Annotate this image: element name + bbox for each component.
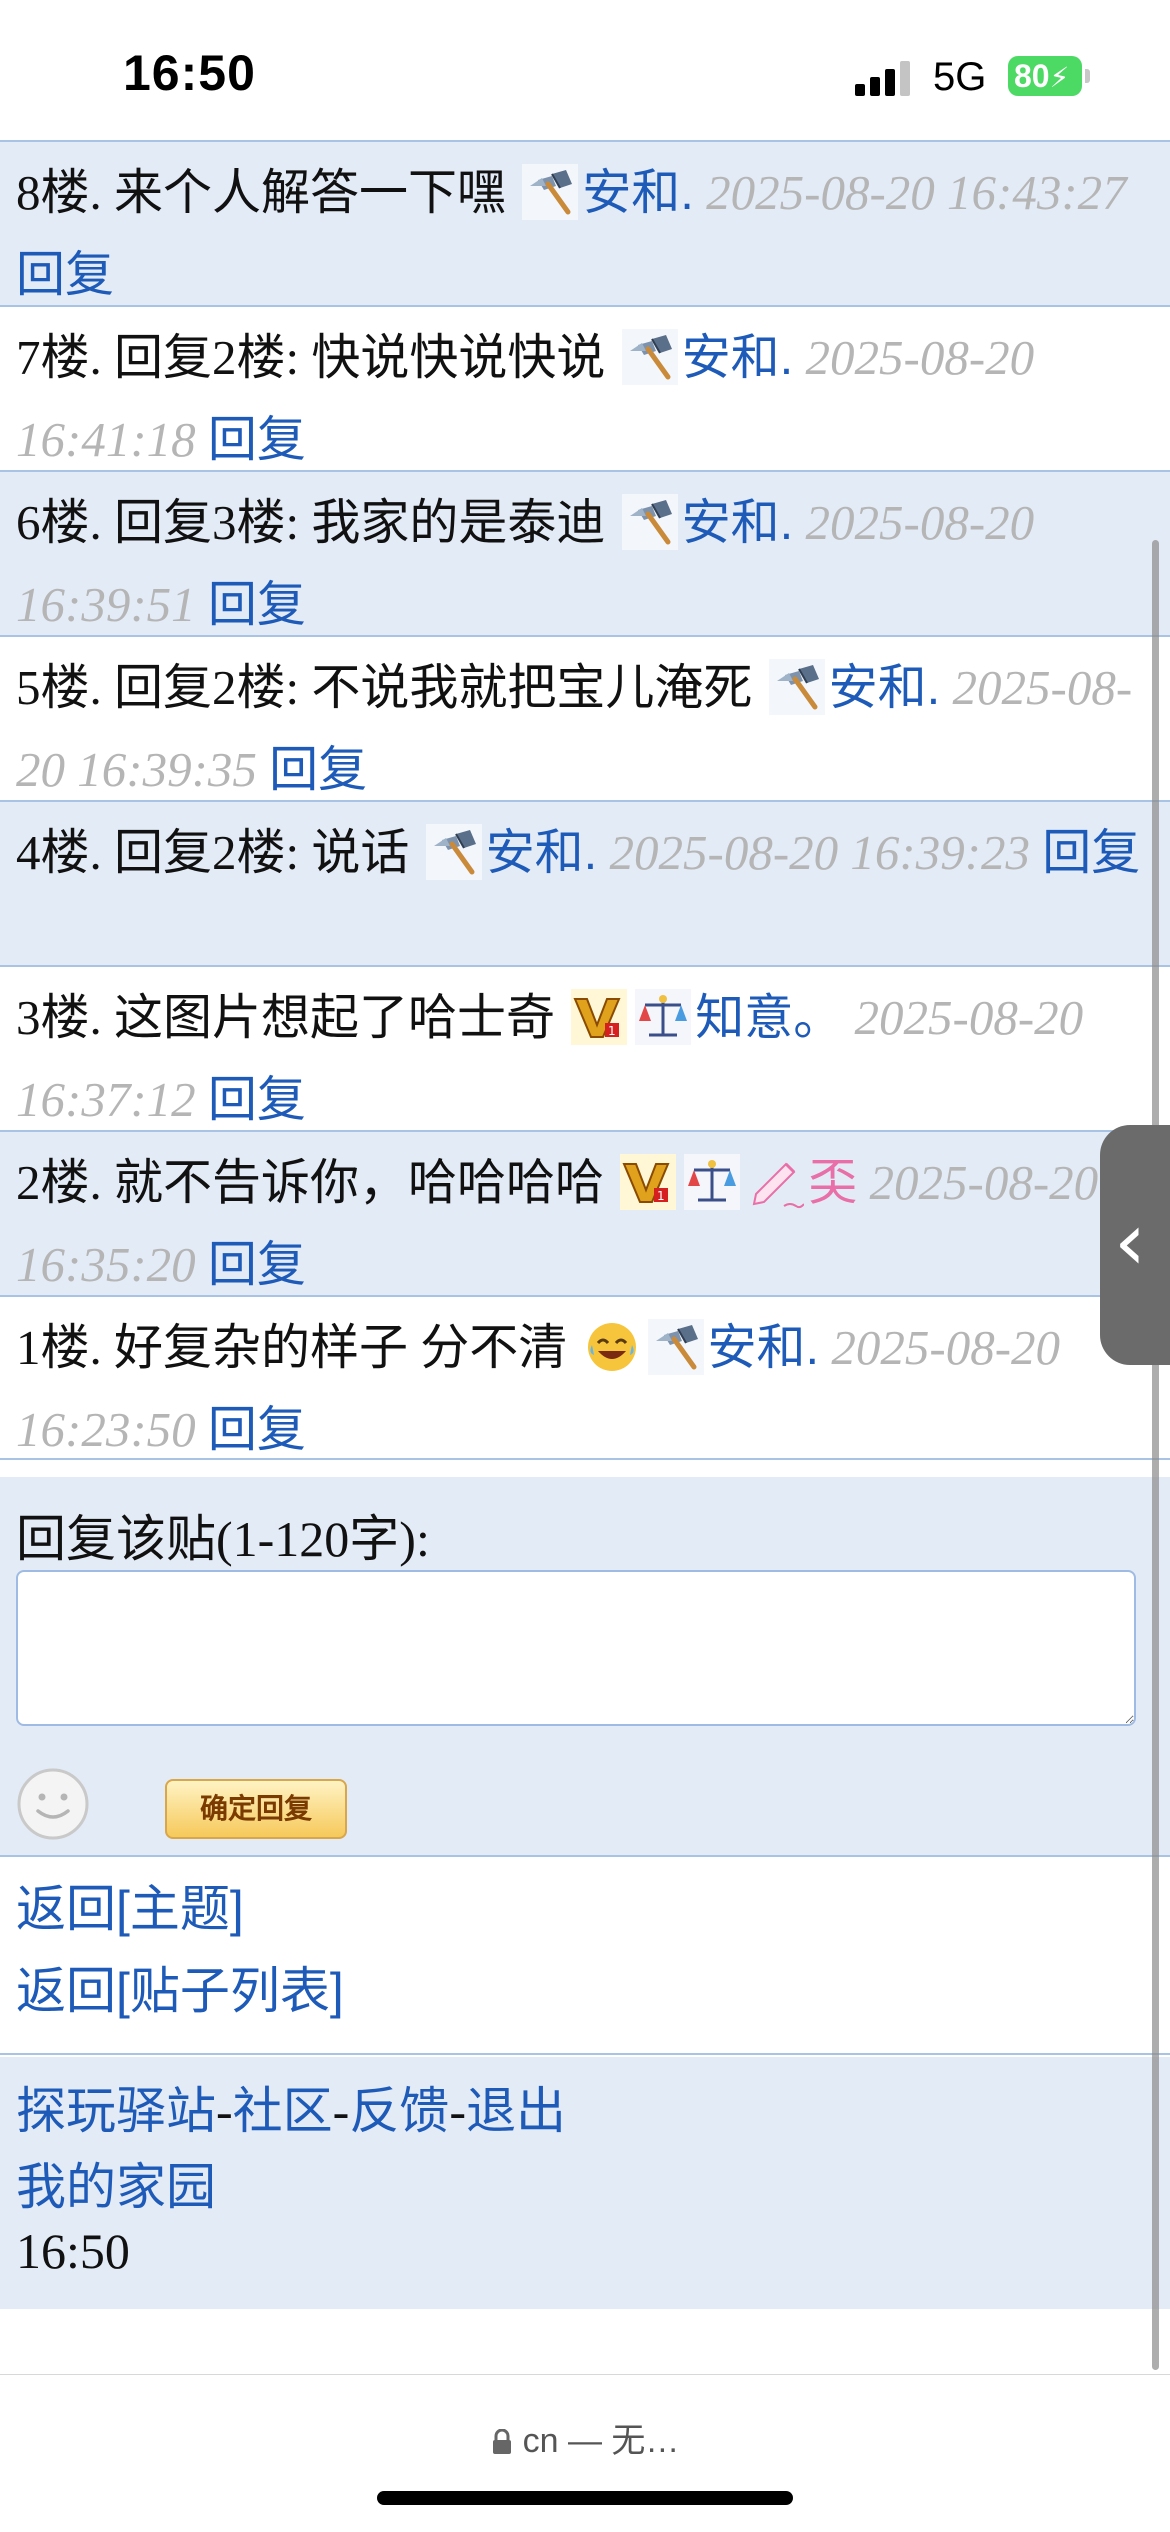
lock-icon — [491, 2425, 513, 2454]
post-floor: 2楼. — [16, 1155, 102, 1210]
my-home-link[interactable]: 我的家园 — [16, 2147, 216, 2219]
reply-input[interactable] — [16, 1570, 1136, 1726]
reply-link[interactable]: 回复 — [208, 413, 306, 467]
reply-form: 回复该贴(1-120字): 确定回复 — [0, 1477, 1170, 1857]
scales-badge-icon — [635, 988, 692, 1045]
pencil-badge-icon — [748, 1154, 805, 1210]
page-scrollbar[interactable] — [1152, 540, 1159, 2370]
footer-time: 16:50 — [16, 2223, 130, 2279]
site-footer: 探玩驿站-社区-反馈-退出 我的家园 16:50 — [0, 2057, 1170, 2309]
footer-separator: - — [449, 2083, 466, 2139]
axe-badge-icon — [621, 328, 678, 385]
back-navigation: 返回[主题] 返回[贴子列表] — [0, 1859, 1170, 2055]
reply-label: 回复该贴(1-120字): — [16, 1511, 430, 1567]
post-author-link[interactable]: 安和. — [682, 496, 794, 550]
battery-icon: 80⚡ — [1008, 56, 1090, 96]
axe-badge-icon — [425, 823, 482, 880]
axe-badge-icon — [522, 163, 579, 220]
reply-link[interactable]: 回复 — [269, 743, 367, 797]
axe-badge-icon — [647, 1318, 704, 1375]
footer-separator: - — [332, 2083, 350, 2139]
post-text: 回复2楼: 不说我就把宝儿淹死 — [101, 660, 753, 715]
axe-badge-icon — [621, 493, 678, 550]
emoji-picker-icon[interactable] — [16, 1767, 90, 1841]
post-text: 来个人解答一下嘿 — [101, 165, 507, 220]
scales-badge-icon — [684, 1153, 741, 1210]
laughing-emoji-icon — [584, 1319, 640, 1375]
battery-level: 80 — [1014, 58, 1050, 94]
footer-link-community[interactable]: 社区 — [233, 2083, 333, 2139]
url-text: cn — 无… — [522, 2422, 680, 2460]
reply-link[interactable]: 回复 — [16, 248, 114, 302]
reply-link[interactable]: 回复 — [208, 1238, 306, 1292]
footer-link-logout[interactable]: 退出 — [466, 2083, 566, 2139]
vip-badge-icon: 1 — [620, 1153, 677, 1210]
post-text: 这图片想起了哈士奇 — [101, 990, 556, 1045]
post-floor: 3楼. — [16, 990, 102, 1045]
post-text: 回复3楼: 我家的是泰迪 — [101, 495, 606, 550]
cellular-signal-icon — [855, 60, 915, 96]
post-row: 2楼. 就不告诉你，哈哈哈哈 1奀 2025-08-20 16:35:20 回复 — [0, 1130, 1170, 1295]
reply-link[interactable]: 回复 — [208, 1403, 306, 1457]
post-author-link[interactable]: 奀 — [808, 1156, 857, 1210]
footer-link-feedback[interactable]: 反馈 — [349, 2083, 449, 2139]
post-floor: 6楼. — [16, 495, 102, 550]
footer-links: 探玩驿站-社区-反馈-退出 — [16, 2071, 566, 2143]
axe-badge-icon — [768, 658, 825, 715]
post-row: 5楼. 回复2楼: 不说我就把宝儿淹死 安和. 2025-08-20 16:39… — [0, 635, 1170, 800]
chevron-left-icon: ‹ — [1114, 1195, 1146, 1288]
post-author-link[interactable]: 知意。 — [695, 991, 842, 1045]
vip-badge-icon: 1 — [571, 988, 628, 1045]
post-floor: 1楼. — [16, 1320, 102, 1375]
network-type: 5G — [933, 55, 987, 99]
post-row: 4楼. 回复2楼: 说话 安和. 2025-08-20 16:39:23 回复 — [0, 800, 1170, 965]
svg-text:1: 1 — [608, 1024, 616, 1038]
post-timestamp: 2025-08-20 16:43:27 — [706, 165, 1127, 220]
submit-reply-button[interactable]: 确定回复 — [165, 1779, 347, 1839]
footer-separator: - — [216, 2083, 233, 2139]
footer-link-home-site[interactable]: 探玩驿站 — [16, 2083, 216, 2139]
status-bar: 16:50 5G 80⚡ — [0, 0, 1170, 140]
post-author-link[interactable]: 安和. — [829, 661, 941, 715]
reply-link[interactable]: 回复 — [1042, 826, 1140, 880]
post-row: 8楼. 来个人解答一下嘿 安和. 2025-08-20 16:43:27 回复 — [0, 140, 1170, 305]
post-author-link[interactable]: 安和. — [708, 1321, 820, 1375]
back-to-post-list-link[interactable]: 返回[贴子列表] — [16, 1951, 344, 2023]
post-floor: 8楼. — [16, 165, 102, 220]
url-display[interactable]: cn — 无… — [0, 2413, 1170, 2462]
post-text: 好复杂的样子 分不清 — [101, 1320, 568, 1375]
post-list: 8楼. 来个人解答一下嘿 安和. 2025-08-20 16:43:27 回复 7… — [0, 140, 1170, 1460]
post-row: 7楼. 回复2楼: 快说快说快说 安和. 2025-08-20 16:41:18… — [0, 305, 1170, 470]
side-drawer-handle[interactable]: ‹ — [1100, 1125, 1170, 1365]
post-text: 回复2楼: 说话 — [101, 825, 410, 880]
browser-address-bar[interactable]: cn — 无… — [0, 2374, 1170, 2532]
post-floor: 4楼. — [16, 825, 102, 880]
post-floor: 5楼. — [16, 660, 102, 715]
post-author-link[interactable]: 安和. — [582, 166, 694, 220]
post-timestamp: 2025-08-20 16:39:23 — [609, 825, 1031, 880]
post-text: 回复2楼: 快说快说快说 — [101, 330, 606, 385]
back-to-topic-link[interactable]: 返回[主题] — [16, 1869, 244, 1941]
svg-text:1: 1 — [657, 1189, 665, 1203]
reply-link[interactable]: 回复 — [208, 578, 306, 632]
reply-link[interactable]: 回复 — [208, 1073, 306, 1127]
post-author-link[interactable]: 安和. — [682, 331, 794, 385]
post-author-link[interactable]: 安和. — [486, 826, 598, 880]
post-row: 1楼. 好复杂的样子 分不清 安和. 2025-08-20 16:23:50 回… — [0, 1295, 1170, 1460]
home-indicator[interactable] — [377, 2491, 793, 2505]
post-row: 3楼. 这图片想起了哈士奇 1 知意。 2025-08-20 16:37:12 回… — [0, 965, 1170, 1130]
status-time: 16:50 — [123, 45, 256, 101]
post-floor: 7楼. — [16, 330, 102, 385]
post-text: 就不告诉你，哈哈哈哈 — [101, 1155, 605, 1210]
post-row: 6楼. 回复3楼: 我家的是泰迪 安和. 2025-08-20 16:39:51… — [0, 470, 1170, 635]
